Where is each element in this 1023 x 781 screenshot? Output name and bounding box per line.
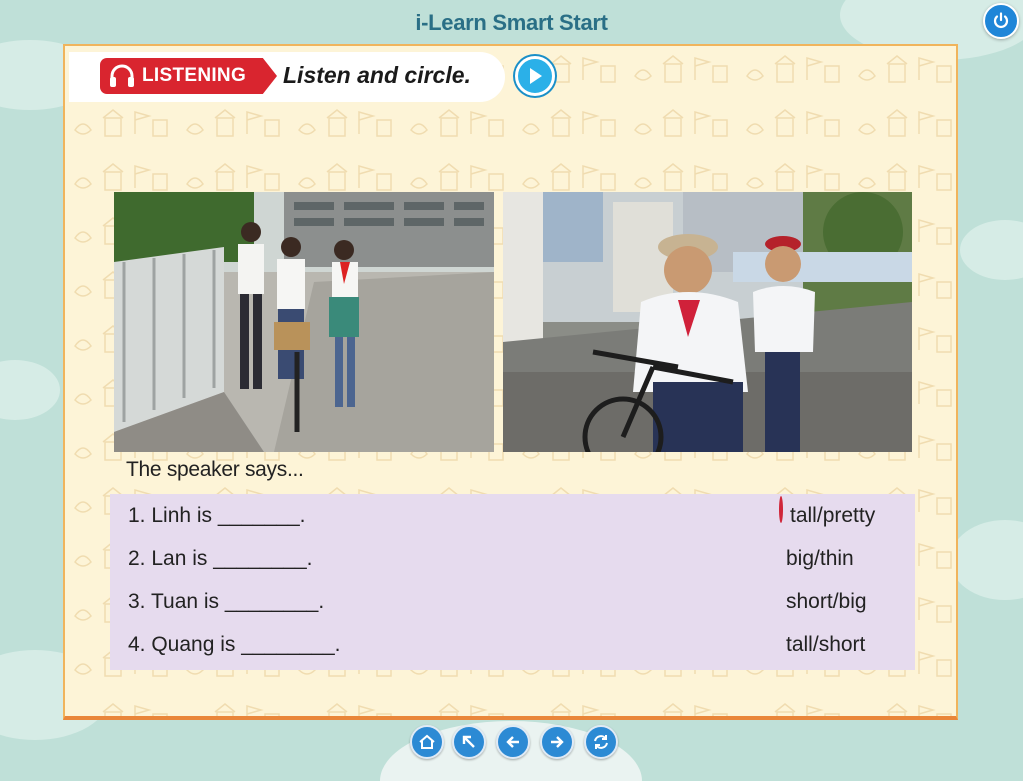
home-button[interactable] [410,725,444,759]
answer-options: big/thin [786,547,854,571]
option-b[interactable]: short [819,633,866,656]
answer-options: tall/pretty [779,496,876,528]
option-a-text: tall [790,504,817,527]
section-label: LISTENING [142,65,247,86]
option-a[interactable]: short [786,590,833,613]
option-b[interactable]: big [839,590,867,613]
refresh-icon [594,735,608,749]
answer-options: short/big [786,590,867,614]
app-title: i-Learn Smart Start [415,10,608,35]
exercise-heading: The speaker says... [126,458,304,481]
listening-badge: LISTENING [100,58,277,94]
exercise-row-2: 2. Lan is ________. big/thin [110,539,915,579]
refresh-button[interactable] [584,725,618,759]
lesson-page: LISTENING Listen and circle. The speaker… [63,44,958,720]
exercise-row-4: 4. Quang is ________. tall/short [110,625,915,665]
exercise-row-3: 3. Tuan is ________. short/big [110,582,915,622]
question-text: 2. Lan is ________. [128,547,313,570]
back-arrow-icon [506,736,519,748]
option-a[interactable]: big [786,547,814,570]
background-cloud [0,360,60,420]
answer-options: tall/short [786,633,865,657]
home-icon [419,734,435,749]
option-separator: / [814,547,820,570]
circle-mark [779,496,783,523]
power-button[interactable] [983,3,1019,39]
play-audio-button[interactable] [515,56,555,96]
next-button[interactable] [540,725,574,759]
option-separator: / [816,504,823,527]
instruction-text: Listen and circle. [283,62,471,88]
up-left-arrow-icon [462,735,475,748]
question-text: 4. Quang is ________. [128,633,341,656]
option-a[interactable]: tall [786,633,813,656]
play-icon [530,68,542,84]
option-b[interactable]: pretty [823,504,876,527]
exercise-box: 1. Linh is _______. tall/pretty 2. Lan i… [110,494,915,670]
photo-boys-on-bicycle [503,192,912,452]
background-cloud [960,220,1023,280]
forward-arrow-icon [551,736,564,748]
question-text: 3. Tuan is ________. [128,590,325,613]
option-b[interactable]: thin [820,547,854,570]
question-text: 1. Linh is _______. [128,504,306,527]
background-cloud [950,520,1023,600]
option-a[interactable]: tall [779,496,817,527]
photo-girls-on-bridge [114,192,494,452]
menu-button[interactable] [452,725,486,759]
headphones-icon [110,64,134,87]
previous-button[interactable] [496,725,530,759]
exercise-row-1: 1. Linh is _______. tall/pretty [110,496,915,536]
power-icon [993,12,1009,28]
option-separator: / [832,590,839,613]
option-separator: / [812,633,819,656]
